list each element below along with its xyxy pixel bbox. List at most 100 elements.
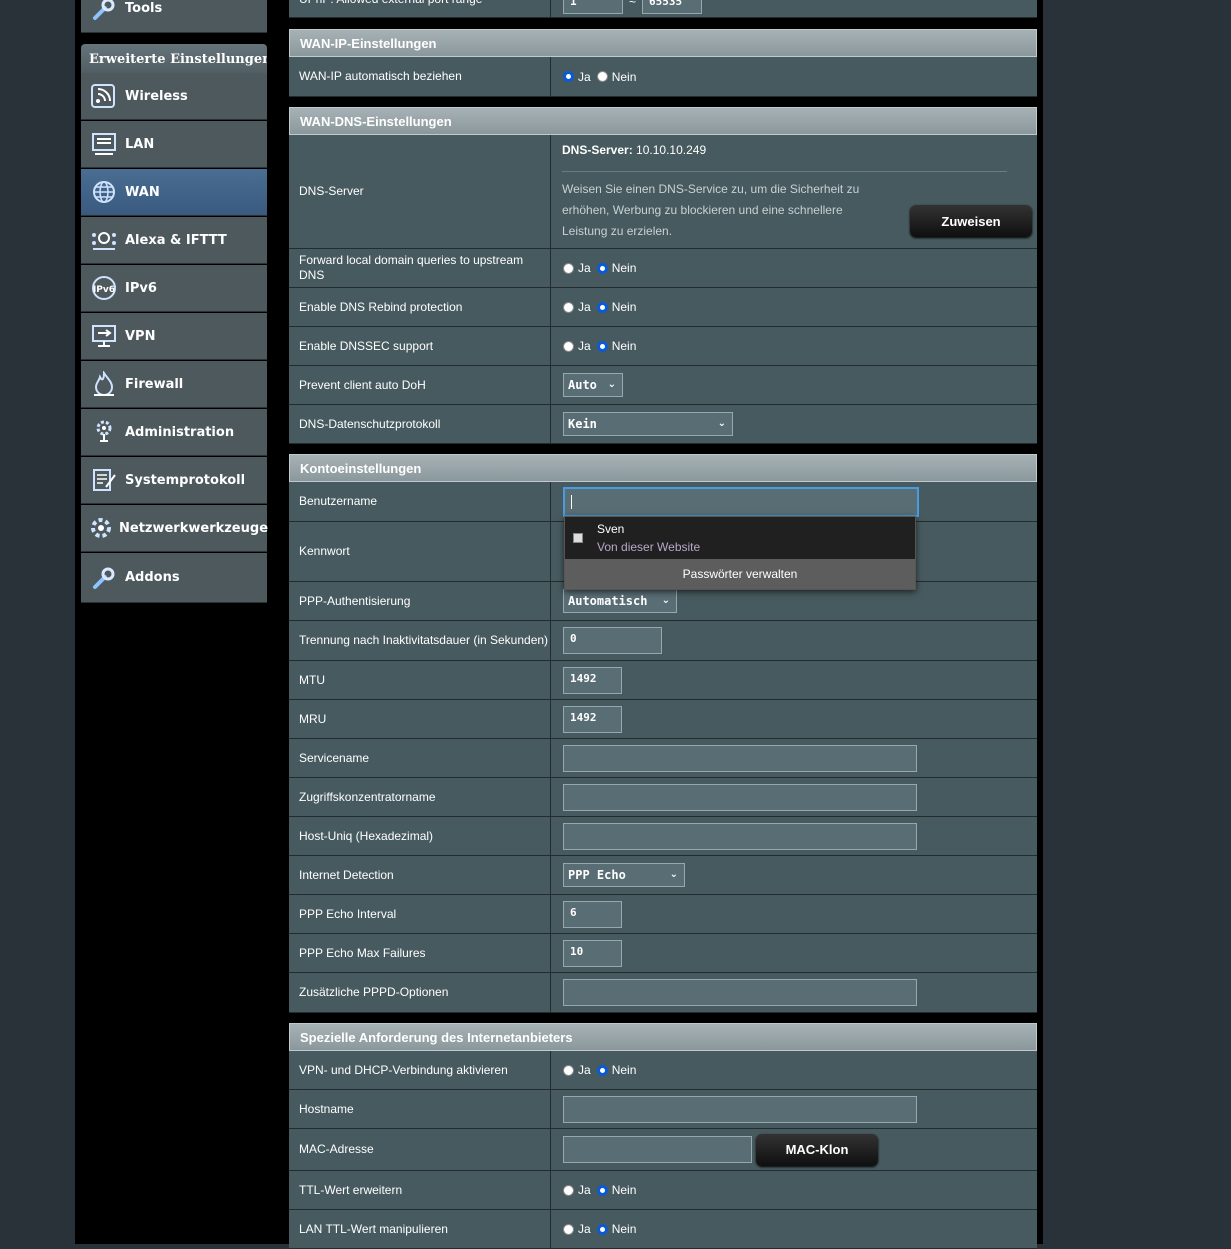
field-label: VPN- und DHCP-Verbindung aktivieren (289, 1051, 551, 1089)
field-label: PPP-Authentisierung (289, 582, 551, 620)
radio-label: Ja (578, 300, 591, 314)
autofill-suggestion[interactable]: Sven Von dieser Website (565, 517, 915, 559)
port-range-to-input[interactable]: 65535 (642, 0, 703, 14)
section-title: WAN-DNS-Einstellungen (289, 107, 1037, 135)
field-label: Prevent client auto DoH (289, 366, 551, 404)
sidebar-item-wan[interactable]: WAN (81, 169, 267, 216)
concentrator-name-input[interactable] (563, 783, 917, 811)
wan-ip-auto-yes-radio[interactable]: Ja (563, 70, 591, 84)
radio-label: Ja (578, 1222, 591, 1236)
field-label: Benutzername (289, 482, 551, 521)
dnssec-yes-radio[interactable]: Ja (563, 339, 591, 353)
rebind-no-radio[interactable]: Nein (596, 300, 636, 314)
field-label: MTU (289, 661, 551, 699)
field-label: Forward local domain queries to upstream… (289, 249, 551, 287)
sidebar-item-administration[interactable]: Administration (81, 409, 267, 456)
sidebar-item-label: Tools (125, 1, 163, 16)
text-cursor (571, 494, 572, 509)
admin-gear-icon (87, 417, 121, 447)
radio-dot (596, 71, 608, 82)
vpn-dhcp-no-radio[interactable]: Nein (596, 1063, 637, 1077)
radio-dot (563, 1223, 574, 1235)
radio-label: Nein (611, 1063, 637, 1077)
mac-clone-button[interactable]: MAC-Klon (756, 1133, 878, 1166)
forward-dns-yes-radio[interactable]: Ja (563, 261, 591, 275)
host-uniq-input[interactable] (563, 822, 917, 850)
ipv6-icon: IPv6 (87, 273, 121, 303)
field-label: TTL-Wert erweitern (289, 1171, 551, 1209)
radio-label: Nein (611, 261, 637, 275)
radio-label: Nein (611, 69, 637, 84)
sidebar-item-firewall[interactable]: Firewall (81, 361, 267, 408)
mtu-input[interactable]: 1492 (563, 666, 622, 694)
ppp-echo-max-failures-input[interactable]: 10 (563, 939, 622, 967)
radio-dot (596, 262, 608, 274)
lan-ttl-no-radio[interactable]: Nein (596, 1222, 636, 1236)
ttl-extend-no-radio[interactable]: Nein (596, 1183, 637, 1197)
service-name-input[interactable] (563, 744, 917, 772)
sidebar-item-addons[interactable]: Addons (81, 553, 267, 603)
assign-dns-button[interactable]: Zuweisen (910, 205, 1032, 237)
sidebar-item-netzwerkwerkzeuge[interactable]: Netzwerkwerkzeuge (81, 505, 268, 552)
dns-note: Weisen Sie einen DNS-Service zu, um die … (562, 182, 860, 238)
dnssec-no-radio[interactable]: Nein (596, 339, 636, 353)
ppp-auth-select[interactable]: Automatisch ⌄ (563, 589, 677, 613)
radio-dot (596, 301, 608, 313)
svg-text:IPv6: IPv6 (93, 285, 115, 295)
sidebar-item-tools[interactable]: Tools (81, 0, 267, 33)
rebind-yes-radio[interactable]: Ja (563, 300, 591, 314)
field-label: UPnP: Allowed external port range (289, 0, 551, 17)
username-input[interactable] (563, 486, 919, 517)
select-value: Auto (568, 378, 597, 392)
field-label: Enable DNSSEC support (289, 327, 551, 365)
field-label: Enable DNS Rebind protection (289, 288, 551, 326)
globe-icon (87, 177, 121, 207)
sidebar-section-title: Erweiterte Einstellungen (81, 44, 267, 73)
ttl-extend-yes-radio[interactable]: Ja (563, 1183, 591, 1197)
port-range-from-input[interactable]: 1 (563, 0, 623, 14)
hostname-input[interactable] (563, 1095, 917, 1123)
sidebar-item-ipv6[interactable]: IPv6 IPv6 (81, 265, 267, 312)
mru-input[interactable]: 1492 (563, 705, 622, 733)
sidebar-item-systemprotokoll[interactable]: Systemprotokoll (81, 457, 267, 504)
alexa-icon (87, 225, 121, 255)
sidebar-item-alexa[interactable]: Alexa & IFTTT (81, 217, 267, 264)
section-title: Spezielle Anforderung des Internetanbiet… (289, 1023, 1037, 1051)
pppd-options-input[interactable] (563, 979, 917, 1006)
wan-ip-auto-no-radio[interactable]: Nein (596, 69, 637, 84)
sidebar-item-label: WAN (125, 184, 160, 200)
section-title: Kontoeinstellungen (289, 454, 1037, 482)
vpn-dhcp-yes-radio[interactable]: Ja (563, 1063, 591, 1077)
radio-label: Ja (578, 1063, 591, 1077)
ppp-echo-interval-input[interactable]: 6 (563, 900, 622, 928)
doh-select[interactable]: Auto ⌄ (563, 373, 623, 397)
sidebar-item-vpn[interactable]: VPN (81, 313, 267, 360)
wan-dns-section: WAN-DNS-Einstellungen DNS-Server DNS-Ser… (289, 107, 1037, 444)
idle-timeout-input[interactable]: 0 (563, 627, 662, 654)
sidebar-item-wireless[interactable]: Wireless (81, 73, 267, 120)
lan-ttl-yes-radio[interactable]: Ja (563, 1222, 591, 1236)
field-label: Trennung nach Inaktivitatsdauer (in Seku… (289, 621, 551, 660)
forward-dns-no-radio[interactable]: Nein (596, 261, 637, 275)
radio-dot (563, 1064, 574, 1076)
autofill-popup: Sven Von dieser Website Passwörter verwa… (564, 516, 916, 590)
sidebar-item-label: Administration (125, 424, 235, 440)
wan-ip-section: WAN-IP-Einstellungen WAN-IP automatisch … (289, 29, 1037, 97)
field-label: LAN TTL-Wert manipulieren (289, 1210, 551, 1248)
dns-privacy-select[interactable]: Kein ⌄ (563, 412, 733, 436)
field-label: Servicename (289, 739, 551, 777)
wrench-icon (87, 563, 121, 593)
sidebar-item-label: Alexa & IFTTT (125, 232, 227, 248)
manage-passwords-button[interactable]: Passwörter verwalten (565, 559, 915, 589)
internet-detection-select[interactable]: PPP Echo ⌄ (563, 863, 685, 887)
select-value: Kein (568, 417, 597, 431)
mac-address-input[interactable] (563, 1136, 752, 1163)
radio-label: Nein (611, 1183, 637, 1197)
field-label: Host-Uniq (Hexadezimal) (289, 817, 551, 855)
radio-dot (563, 340, 574, 352)
sidebar-item-label: Systemprotokoll (125, 472, 246, 488)
field-label: DNS-Datenschutzprotokoll (289, 405, 551, 443)
sidebar-item-lan[interactable]: LAN (81, 121, 267, 168)
dns-server-value: 10.10.10.249 (636, 143, 707, 157)
autofill-name: Sven (597, 522, 625, 536)
